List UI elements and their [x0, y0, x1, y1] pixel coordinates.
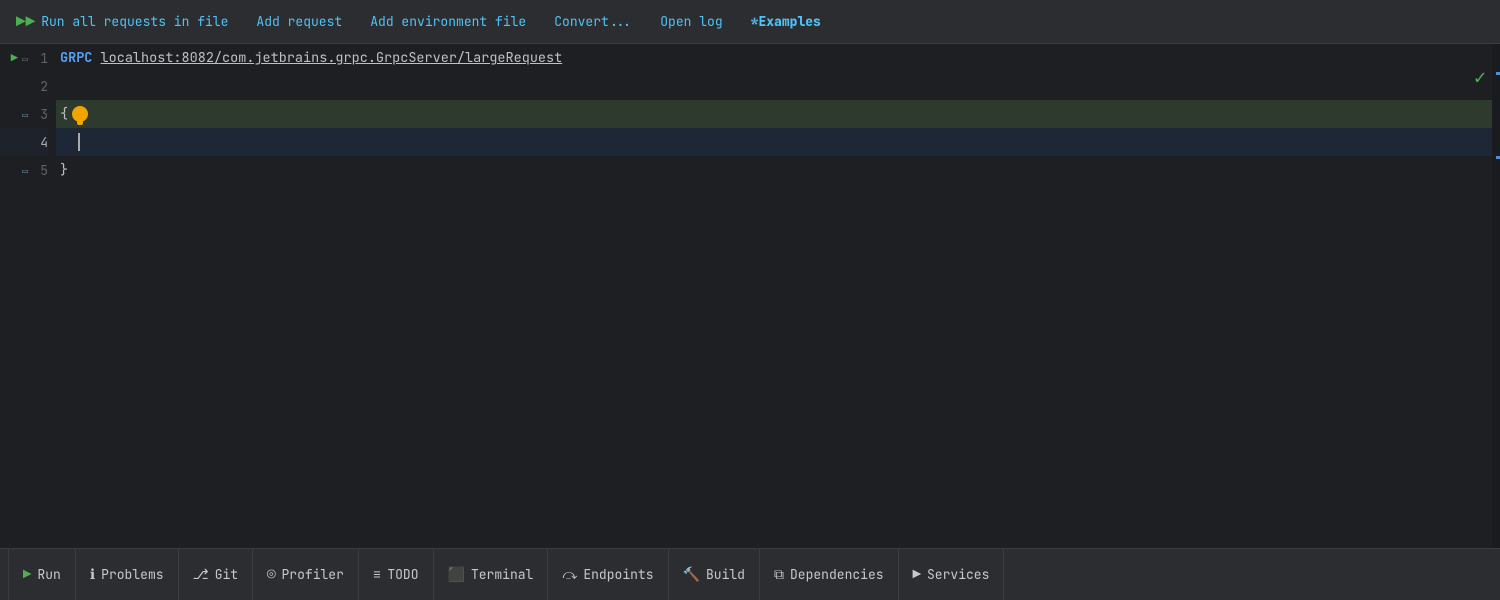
add-env-button[interactable]: Add environment file — [370, 13, 526, 30]
toolbar: ▶▶ Run all requests in file Add request … — [0, 0, 1500, 44]
git-status-item[interactable]: ⎇ Git — [179, 549, 254, 600]
run-status-label: Run — [37, 566, 60, 583]
terminal-status-item[interactable]: ⬛ Terminal — [434, 549, 549, 600]
fold-icon-3: ▭ — [22, 108, 28, 121]
gutter-row-4: 4 — [0, 128, 48, 156]
open-brace: { — [60, 105, 68, 123]
code-line-3: { — [56, 100, 1500, 128]
line-num-3: 3 — [32, 106, 48, 123]
problems-label: Problems — [101, 566, 163, 583]
code-line-2 — [56, 72, 1500, 100]
scroll-marker-2 — [1496, 156, 1500, 159]
gutter-row-2: 2 — [32, 72, 48, 100]
run-inline-icon[interactable]: ▶ — [11, 50, 18, 66]
run-status-item[interactable]: ▶ Run — [8, 549, 76, 600]
line-numbers-gutter: ▶ ▭ 1 2 ▭ 3 4 ▭ 5 — [0, 44, 56, 548]
problems-status-item[interactable]: ℹ Problems — [76, 549, 179, 600]
dependencies-status-item[interactable]: ⧉ Dependencies — [760, 549, 899, 600]
editor-area: ▶ ▭ 1 2 ▭ 3 4 ▭ 5 GRPC localhos — [0, 44, 1500, 548]
line-num-4: 4 — [32, 134, 48, 151]
gutter-row-1: ▶ ▭ 1 — [11, 44, 48, 72]
todo-label: TODO — [387, 566, 418, 583]
lightbulb-icon[interactable] — [72, 106, 88, 122]
text-cursor — [78, 133, 80, 151]
examples-label: *Examples — [751, 13, 821, 30]
grpc-keyword: GRPC — [60, 49, 92, 67]
examples-tab[interactable]: *Examples — [751, 13, 821, 30]
open-log-button[interactable]: Open log — [660, 13, 722, 30]
terminal-icon: ⬛ — [448, 566, 465, 584]
git-icon: ⎇ — [193, 566, 209, 584]
code-line-5: } — [56, 156, 1500, 184]
run-all-label: Run all requests in file — [41, 13, 228, 30]
code-line-1: GRPC localhost:8082/com.jetbrains.grpc.G… — [56, 44, 1500, 72]
endpoints-icon: ⤼ — [562, 566, 577, 584]
terminal-label: Terminal — [471, 566, 533, 583]
gutter-row-3: ▭ 3 — [22, 100, 48, 128]
add-env-label: Add environment file — [370, 13, 526, 30]
run-all-icon: ▶▶ — [16, 11, 35, 32]
todo-status-item[interactable]: ≡ TODO — [359, 549, 434, 600]
validation-checkmark: ✓ — [1474, 64, 1486, 90]
git-label: Git — [215, 566, 238, 583]
run-all-button[interactable]: ▶▶ Run all requests in file — [16, 11, 228, 32]
build-status-item[interactable]: 🔨 Build — [669, 549, 760, 600]
close-brace: } — [60, 161, 68, 179]
build-label: Build — [706, 566, 745, 583]
gutter-row-5: ▭ 5 — [22, 156, 48, 184]
services-label: Services — [927, 566, 989, 583]
services-icon: ▶ — [913, 566, 921, 584]
build-icon: 🔨 — [683, 566, 700, 584]
line-num-2: 2 — [32, 78, 48, 95]
problems-icon: ℹ — [90, 566, 95, 584]
todo-icon: ≡ — [373, 566, 381, 584]
line-num-5: 5 — [32, 162, 48, 179]
scroll-marker-1 — [1496, 72, 1500, 75]
convert-label: Convert... — [554, 13, 632, 30]
add-request-label: Add request — [256, 13, 342, 30]
endpoints-status-item[interactable]: ⤼ Endpoints — [548, 549, 668, 600]
profiler-label: Profiler — [282, 566, 344, 583]
code-line-4[interactable] — [56, 128, 1500, 156]
profiler-status-item[interactable]: ◎ Profiler — [253, 549, 359, 600]
services-status-item[interactable]: ▶ Services — [899, 549, 1005, 600]
grpc-url: localhost:8082/com.jetbrains.grpc.GrpcSe… — [101, 49, 563, 67]
line-num-1: 1 — [32, 50, 48, 67]
open-log-label: Open log — [660, 13, 722, 30]
run-status-icon: ▶ — [23, 566, 31, 584]
dependencies-icon: ⧉ — [774, 566, 784, 584]
convert-button[interactable]: Convert... — [554, 13, 632, 30]
fold-icon-1: ▭ — [22, 52, 28, 65]
add-request-button[interactable]: Add request — [256, 13, 342, 30]
profiler-icon: ◎ — [267, 566, 275, 584]
endpoints-label: Endpoints — [583, 566, 653, 583]
dependencies-label: Dependencies — [790, 566, 884, 583]
fold-icon-5: ▭ — [22, 164, 28, 177]
code-editor[interactable]: GRPC localhost:8082/com.jetbrains.grpc.G… — [56, 44, 1500, 548]
statusbar: ▶ Run ℹ Problems ⎇ Git ◎ Profiler ≡ TODO… — [0, 548, 1500, 600]
code-content: GRPC localhost:8082/com.jetbrains.grpc.G… — [56, 44, 1500, 548]
